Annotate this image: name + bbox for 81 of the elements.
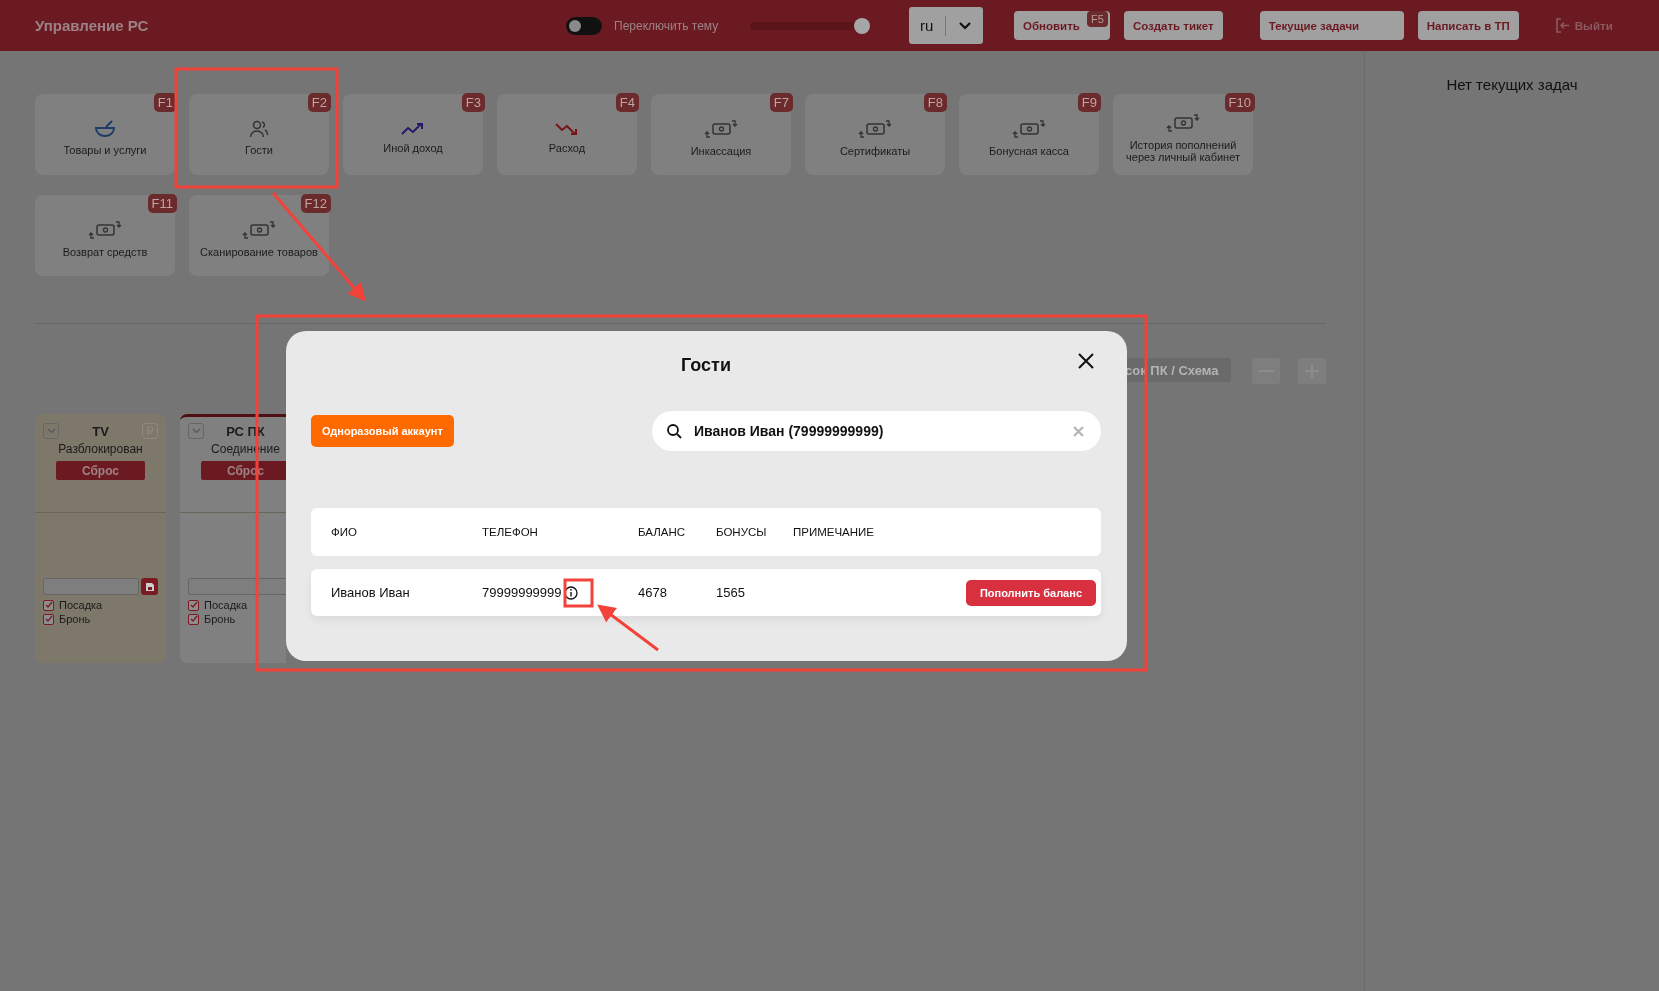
- action-tile[interactable]: F2 Гости: [189, 94, 329, 175]
- shortcut-badge: F3: [461, 93, 485, 112]
- header-button[interactable]: Написать в ТП: [1417, 11, 1519, 40]
- shortcut-badge: F7: [769, 93, 793, 112]
- column-header: ПРИМЕЧАНИЕ: [793, 526, 875, 538]
- shortcut-badge: F4: [615, 93, 639, 112]
- shortcut-badge: F12: [300, 194, 331, 213]
- action-tile[interactable]: F3 Иной доход: [343, 94, 483, 175]
- column-header: БАЛАНС: [638, 526, 687, 538]
- cash-exchange-icon: [704, 118, 738, 139]
- action-tile[interactable]: F10 История пополнений через личный кабинет: [1113, 94, 1253, 175]
- column-header: БОНУСЫ: [716, 526, 768, 538]
- table-cell-text: 4678: [638, 585, 668, 600]
- chevron-down-icon: [46, 428, 56, 434]
- bowl-icon: [94, 119, 116, 138]
- input-field[interactable]: [43, 578, 139, 595]
- checkbox-label: Бронь: [204, 613, 236, 625]
- save-icon: [144, 581, 155, 592]
- shortcut-badge: F10: [1224, 93, 1255, 112]
- users-icon: [249, 119, 269, 138]
- column-header: ТЕЛЕФОН: [482, 526, 539, 538]
- cash-exchange-icon: [858, 118, 892, 139]
- header-button[interactable]: Создать тикет: [1123, 11, 1223, 40]
- action-tile[interactable]: F4 Расход: [497, 94, 637, 175]
- language-dropdown[interactable]: ru: [909, 7, 983, 44]
- action-tile[interactable]: F12 Сканирование товаров: [189, 195, 329, 276]
- app-title: Управление РС: [35, 17, 150, 34]
- expand-button[interactable]: [188, 423, 204, 439]
- shortcut-badge: F8: [923, 93, 947, 112]
- cash-exchange-icon: [242, 219, 276, 240]
- one-time-account-button[interactable]: Одноразовый аккаунт: [311, 415, 454, 447]
- action-tile[interactable]: F9 Бонусная касса: [959, 94, 1099, 175]
- checkbox-label: Посадка: [59, 599, 103, 611]
- save-button[interactable]: [141, 578, 158, 595]
- table-cell: 79999999999: [482, 585, 562, 600]
- checkbox-label: Бронь: [59, 613, 91, 625]
- pc-status: Разблокирован: [58, 442, 143, 456]
- checkbox[interactable]: [43, 599, 54, 611]
- cash-exchange-icon: [1012, 118, 1046, 139]
- action-tile[interactable]: F1 Товары и услуги: [35, 94, 175, 175]
- search-field[interactable]: Иванов Иван (79999999999): [652, 411, 1101, 451]
- checkbox[interactable]: [188, 613, 199, 625]
- chevron-down-icon: [191, 428, 201, 434]
- shortcut-badge: F5: [1087, 11, 1108, 27]
- pc-card[interactable]: TV Разблокирован Сброс Посадка Бронь: [35, 414, 166, 663]
- shortcut-badge: F2: [307, 93, 331, 112]
- action-tile[interactable]: F8 Сертификаты: [805, 94, 945, 175]
- close-icon[interactable]: [1078, 353, 1094, 369]
- expand-button[interactable]: [43, 423, 59, 439]
- logout-icon: [1554, 18, 1571, 33]
- pointer-arrow: [597, 604, 659, 652]
- empty-message: Нет текущих задач: [1446, 76, 1578, 95]
- theme-toggle[interactable]: [566, 16, 602, 35]
- table-cell-text: 1565: [716, 585, 746, 600]
- top-up-button[interactable]: Пополнить баланс: [965, 579, 1096, 606]
- chevron-down-icon: [958, 21, 973, 30]
- action-tile[interactable]: F7 Инкассация: [651, 94, 791, 175]
- input-field[interactable]: [188, 578, 286, 595]
- checkbox[interactable]: [43, 613, 54, 625]
- cash-exchange-icon: [88, 219, 122, 240]
- shortcut-badge: F1: [153, 93, 177, 112]
- table-row[interactable]: Иванов Иван 79999999999 4678 1565 Пополнить баланс: [311, 569, 1101, 616]
- pc-name: TV: [92, 423, 109, 439]
- trend-down-icon: [555, 121, 579, 136]
- table-cell-text: Иванов Иван: [331, 585, 411, 600]
- reset-button[interactable]: Сброс: [56, 461, 145, 480]
- action-tile[interactable]: F11 Возврат средств: [35, 195, 175, 276]
- checkbox-label: Посадка: [204, 599, 248, 611]
- cash-exchange-icon: [1166, 112, 1200, 133]
- checkbox[interactable]: [188, 599, 199, 611]
- header-button[interactable]: Обновить F5: [1014, 11, 1110, 40]
- dialog-title: Гости: [681, 354, 731, 376]
- header-button[interactable]: Текущие задачи: [1259, 11, 1404, 40]
- column-header: ФИО: [331, 526, 358, 538]
- trend-up-icon: [401, 121, 425, 136]
- theme-label: Переключить тему: [614, 18, 719, 33]
- slider-thumb[interactable]: [853, 17, 870, 34]
- shortcut-badge: F11: [147, 194, 177, 213]
- search-icon: [666, 423, 682, 439]
- clear-icon[interactable]: [1073, 425, 1084, 437]
- shortcut-badge: F9: [1077, 93, 1101, 112]
